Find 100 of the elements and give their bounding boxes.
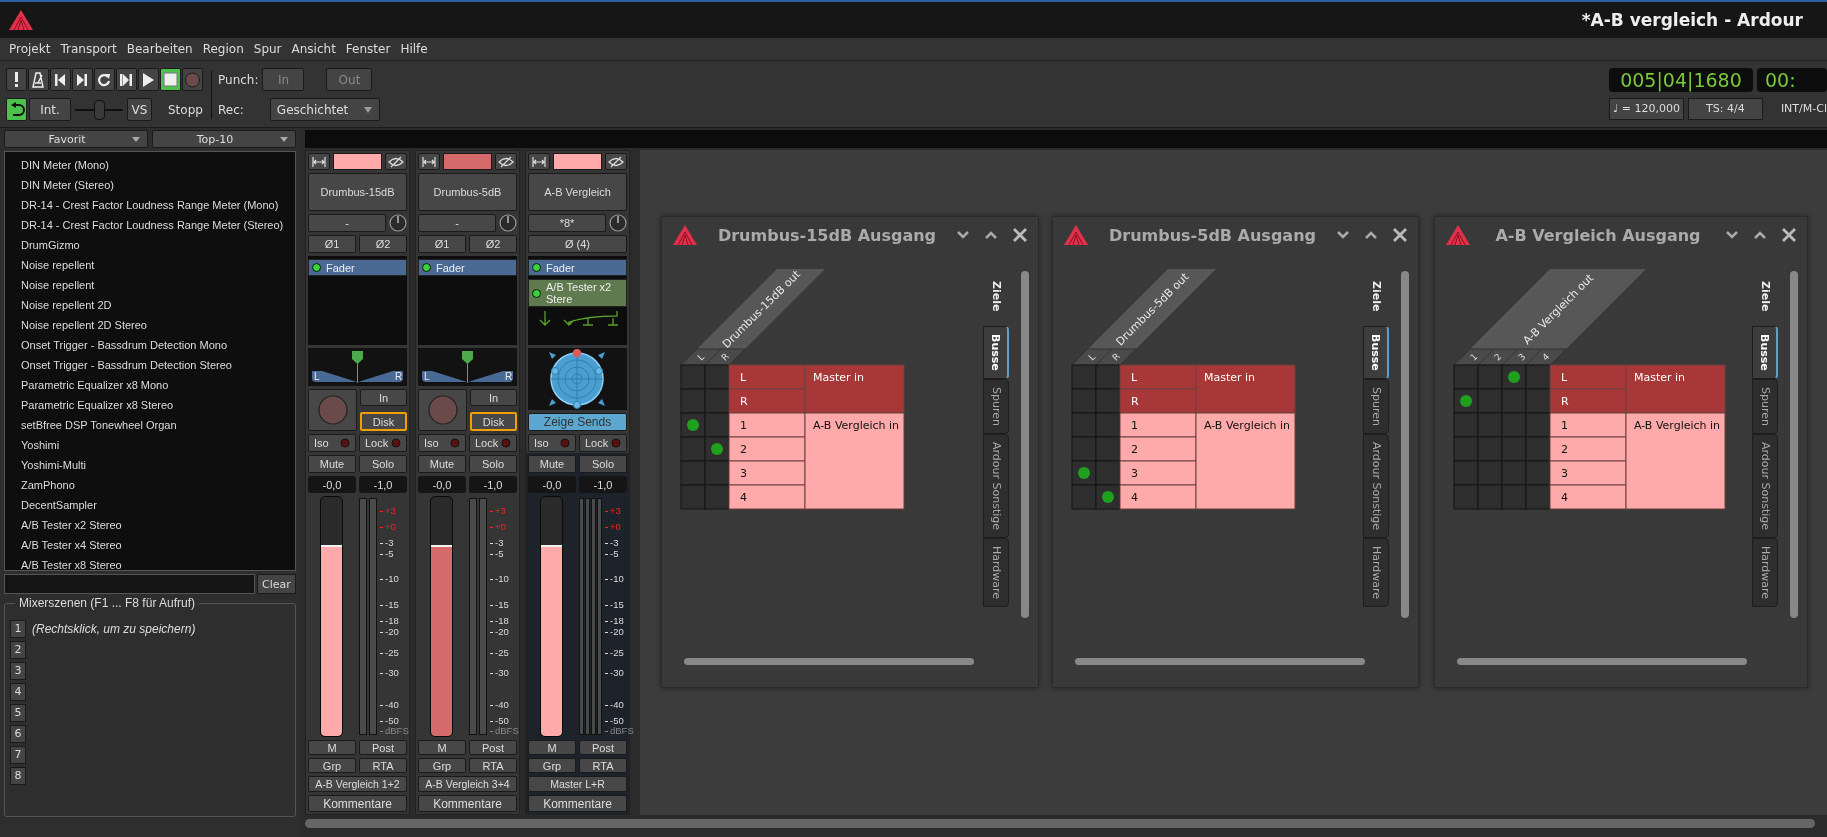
hide-button[interactable] xyxy=(605,153,627,170)
mute-button[interactable]: Mute xyxy=(418,455,466,473)
scene-key-button[interactable]: 6 xyxy=(10,724,26,743)
matrix-cell[interactable] xyxy=(1095,484,1121,510)
plugin-list-item[interactable]: Yoshimi xyxy=(5,435,60,455)
scene-key-button[interactable]: 2 xyxy=(10,640,26,659)
color-swatch[interactable] xyxy=(553,153,602,170)
scene-key-button[interactable]: 8 xyxy=(10,766,26,785)
matrix-cell[interactable] xyxy=(680,460,706,486)
matrix-cell[interactable] xyxy=(1071,388,1097,414)
matrix-cell[interactable] xyxy=(1477,484,1503,510)
matrix-cell[interactable] xyxy=(1453,412,1479,438)
chevron-up-icon[interactable] xyxy=(984,230,998,240)
matrix-cell[interactable] xyxy=(704,412,730,438)
matrix-cell[interactable] xyxy=(1501,364,1527,390)
varispeed-button[interactable]: VS xyxy=(127,98,152,121)
chevron-up-icon[interactable] xyxy=(1753,230,1767,240)
plugin-list-item[interactable]: DrumGizmo xyxy=(5,235,80,255)
menu-item[interactable]: Hilfe xyxy=(395,42,433,56)
close-icon[interactable] xyxy=(1781,227,1797,243)
isolate-button[interactable]: Iso xyxy=(308,434,356,452)
horizontal-scrollbar[interactable] xyxy=(1075,658,1365,665)
go-to-start-button[interactable] xyxy=(50,68,71,91)
width-button[interactable] xyxy=(528,153,550,170)
close-icon[interactable] xyxy=(1392,227,1408,243)
mute-button[interactable]: Mute xyxy=(308,455,356,473)
menu-item[interactable]: Ansicht xyxy=(286,42,341,56)
search-field[interactable] xyxy=(4,574,255,594)
trim-knob[interactable] xyxy=(499,214,517,232)
output-button[interactable]: A-B Vergleich 1+2 xyxy=(308,776,407,792)
matrix-cell[interactable] xyxy=(1071,364,1097,390)
gain-fader[interactable] xyxy=(540,496,563,737)
matrix-cell[interactable] xyxy=(1501,388,1527,414)
matrix-cell[interactable] xyxy=(1501,460,1527,486)
vertical-scrollbar[interactable] xyxy=(1401,271,1409,618)
width-button[interactable] xyxy=(418,153,440,170)
monitor-button[interactable]: In xyxy=(470,389,517,406)
plugin-list-item[interactable]: DR-14 - Crest Factor Loudness Range Meter (Stereo) xyxy=(5,215,284,235)
hide-button[interactable] xyxy=(385,153,407,170)
matrix-cell[interactable] xyxy=(1525,484,1551,510)
tab[interactable]: Ardour Sonstige xyxy=(1752,434,1778,539)
plugin-list-item[interactable]: Noise repellent 2D xyxy=(5,295,112,315)
plugin-list-item[interactable]: DR-14 - Crest Factor Loudness Range Meter (Mono) xyxy=(5,195,279,215)
matrix-cell[interactable] xyxy=(1071,412,1097,438)
matrix-cell[interactable] xyxy=(1095,364,1121,390)
monitor-button[interactable]: Disk xyxy=(470,412,517,431)
hide-button[interactable] xyxy=(495,153,517,170)
matrix-cell[interactable] xyxy=(680,436,706,462)
tab[interactable]: Busse xyxy=(983,326,1009,380)
processor-entry[interactable]: Fader xyxy=(418,259,517,276)
color-swatch[interactable] xyxy=(333,153,382,170)
gain-entry[interactable]: -0,0 xyxy=(418,476,466,493)
monitor-button[interactable]: In xyxy=(360,389,407,406)
phase-invert-button[interactable]: Ø2 xyxy=(469,235,517,253)
clear-button[interactable]: Clear xyxy=(257,574,296,594)
menu-item[interactable]: Fenster xyxy=(340,42,396,56)
matrix-cell[interactable] xyxy=(1525,436,1551,462)
lock-button[interactable]: Lock xyxy=(359,434,407,452)
phase-invert-button[interactable]: Ø1 xyxy=(418,235,466,253)
matrix-cell[interactable] xyxy=(680,364,706,390)
matrix-cell[interactable] xyxy=(1095,388,1121,414)
time-signature-button[interactable]: TS: 4/4 xyxy=(1687,97,1763,120)
rta-button[interactable]: RTA xyxy=(579,758,627,773)
tab[interactable]: Spuren xyxy=(1363,379,1389,435)
matrix-cell[interactable] xyxy=(1501,412,1527,438)
input-button[interactable]: - xyxy=(418,214,496,232)
plugin-list-item[interactable]: Parametric Equalizer x8 Stereo xyxy=(5,395,174,415)
solo-button[interactable]: Solo xyxy=(469,455,517,473)
color-swatch[interactable] xyxy=(443,153,492,170)
monitor-button[interactable]: Disk xyxy=(360,412,407,431)
sync-button[interactable]: Int. xyxy=(29,98,71,121)
phase-invert-button[interactable]: Ø (4) xyxy=(528,235,627,253)
vertical-scrollbar[interactable] xyxy=(1021,271,1029,618)
matrix-cell[interactable] xyxy=(1525,388,1551,414)
solo-button[interactable]: Solo xyxy=(579,455,627,473)
comments-button[interactable]: Kommentare xyxy=(308,795,407,812)
group-button[interactable]: Grp xyxy=(528,758,576,773)
matrix-cell[interactable] xyxy=(1525,412,1551,438)
close-icon[interactable] xyxy=(1012,227,1028,243)
processor-entry[interactable]: Fader xyxy=(308,259,407,276)
rta-button[interactable]: RTA xyxy=(359,758,407,773)
matrix-cell[interactable] xyxy=(1477,388,1503,414)
metronome-button[interactable] xyxy=(28,68,49,91)
gain-entry[interactable]: -0,0 xyxy=(308,476,356,493)
plugin-list-item[interactable]: A/B Tester x8 Stereo xyxy=(5,555,122,575)
horizontal-scrollbar[interactable] xyxy=(684,658,974,665)
matrix-cell[interactable] xyxy=(704,436,730,462)
output-button[interactable]: A-B Vergleich 3+4 xyxy=(418,776,517,792)
gain-fader[interactable] xyxy=(320,496,343,737)
horizontal-scrollbar[interactable] xyxy=(305,819,1815,828)
plugin-list-item[interactable]: Yoshimi-Multi xyxy=(5,455,86,475)
show-sends-button[interactable]: Zeige Sends xyxy=(528,413,627,431)
matrix-cell[interactable] xyxy=(1453,388,1479,414)
chevron-down-icon[interactable] xyxy=(1336,230,1350,240)
width-button[interactable] xyxy=(308,153,330,170)
plugin-list-item[interactable]: A/B Tester x4 Stereo xyxy=(5,535,122,555)
menu-item[interactable]: Transport xyxy=(55,42,122,56)
tab[interactable]: Spuren xyxy=(983,379,1009,435)
scene-key-button[interactable]: 7 xyxy=(10,745,26,764)
matrix-cell[interactable] xyxy=(1477,412,1503,438)
